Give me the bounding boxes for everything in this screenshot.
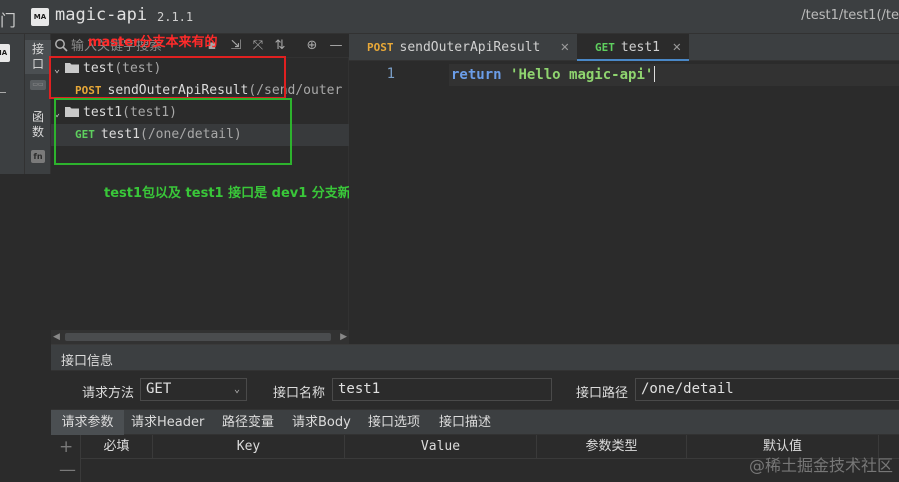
name-input[interactable]: test1 — [332, 378, 552, 401]
param-table-actions: + — — [51, 435, 81, 482]
title-bar: 门 MA magic-api 2.1.1 /test1/test1(/te — [0, 0, 899, 34]
annotation-green-box — [54, 98, 292, 165]
code-line[interactable]: return 'Hello magic-api' — [451, 66, 656, 83]
app-logo: MA — [31, 8, 49, 26]
editor-gutter: 1 — [349, 62, 449, 344]
close-icon[interactable]: ✕ — [561, 34, 569, 61]
activity-api-sub-icon[interactable]: ▭▭ — [30, 80, 46, 90]
current-api-path: /test1/test1(/te — [801, 8, 899, 23]
code-string: 'Hello magic-api' — [510, 67, 654, 83]
column-key: Key — [153, 435, 345, 459]
tab-path-variables[interactable]: 路径变量 — [222, 410, 274, 435]
panel-title: 接口信息 — [61, 354, 114, 369]
tab-request-body[interactable]: 请求Body — [292, 410, 351, 435]
activity-function[interactable]: 函数 — [25, 110, 51, 140]
text-caret — [654, 66, 656, 82]
activity-api-label: 接口 — [31, 42, 44, 71]
edge-strip: MA — [0, 34, 25, 174]
code-keyword: return — [451, 67, 502, 83]
remove-row-button[interactable]: — — [59, 460, 76, 480]
tab-api-options[interactable]: 接口选项 — [368, 410, 420, 435]
search-icon — [55, 39, 68, 52]
panel-header: 接口信息 — [51, 345, 899, 371]
collapse-icon[interactable]: ⇲ — [227, 37, 245, 55]
locate-icon[interactable]: ⊕ — [303, 37, 321, 55]
app-title: magic-api — [55, 5, 148, 25]
watermark: @稀土掘金技术社区 — [748, 456, 893, 475]
horizontal-scrollbar[interactable]: ◀ ▶ — [51, 330, 349, 344]
expand-all-icon[interactable]: ⤧ — [249, 37, 267, 55]
code-editor[interactable]: 1 return 'Hello magic-api' — [349, 62, 899, 344]
column-param-type: 参数类型 — [537, 435, 687, 459]
activity-function-label: 函数 — [31, 110, 44, 139]
method-select-value: GET — [146, 381, 172, 397]
path-label: 接口路径 — [576, 386, 629, 401]
tab-sendOuterApiResult[interactable]: POST sendOuterApiResult ✕ — [349, 34, 577, 61]
annotation-red-box — [49, 56, 286, 99]
method-label: 请求方法 — [82, 386, 135, 401]
close-icon[interactable]: ✕ — [673, 34, 681, 61]
minimize-icon[interactable]: — — [327, 37, 345, 55]
editor-tab-bar: POST sendOuterApiResult ✕ GET test1 ✕ — [349, 34, 899, 61]
path-input[interactable]: /one/detail — [635, 378, 899, 401]
function-icon[interactable]: fn — [31, 150, 45, 163]
add-row-button[interactable]: + — [59, 437, 73, 457]
tab-method-badge: GET — [595, 41, 615, 54]
scrollbar-thumb[interactable] — [65, 333, 331, 341]
column-value: Value — [345, 435, 537, 459]
activity-api[interactable]: 接口 — [25, 40, 51, 74]
line-number: 1 — [386, 66, 395, 82]
annotation-green-text: test1包以及 test1 接口是 dev1 分支新增的 — [104, 186, 377, 201]
app-version: 2.1.1 — [157, 10, 194, 24]
tab-request-header[interactable]: 请求Header — [131, 410, 204, 435]
method-select[interactable]: GET ⌄ — [140, 378, 247, 401]
edge-app-icon[interactable]: MA — [0, 44, 10, 62]
scroll-right-icon[interactable]: ▶ — [340, 330, 347, 344]
annotation-red-text: master分支本来有的 — [88, 35, 218, 50]
param-tabs: 请求参数 请求Header 路径变量 请求Body 接口选项 接口描述 — [51, 409, 899, 435]
tab-request-params[interactable]: 请求参数 — [51, 410, 124, 435]
tab-label: test1 — [620, 40, 661, 55]
scroll-left-icon[interactable]: ◀ — [53, 330, 60, 344]
edge-divider — [0, 92, 6, 93]
tab-test1[interactable]: GET test1 ✕ — [577, 34, 689, 61]
column-required: 必填 — [81, 435, 153, 459]
tab-label: sendOuterApiResult — [399, 40, 541, 55]
name-label: 接口名称 — [273, 386, 326, 401]
tab-api-description[interactable]: 接口描述 — [439, 410, 491, 435]
sort-icon[interactable]: ⇅ — [271, 37, 289, 55]
tab-method-badge: POST — [367, 41, 394, 54]
chevron-down-icon[interactable]: ⌄ — [234, 379, 240, 400]
activity-bar: 接口 ▭▭ 函数 fn — [25, 34, 51, 174]
edge-glyph: 门 — [0, 11, 17, 30]
